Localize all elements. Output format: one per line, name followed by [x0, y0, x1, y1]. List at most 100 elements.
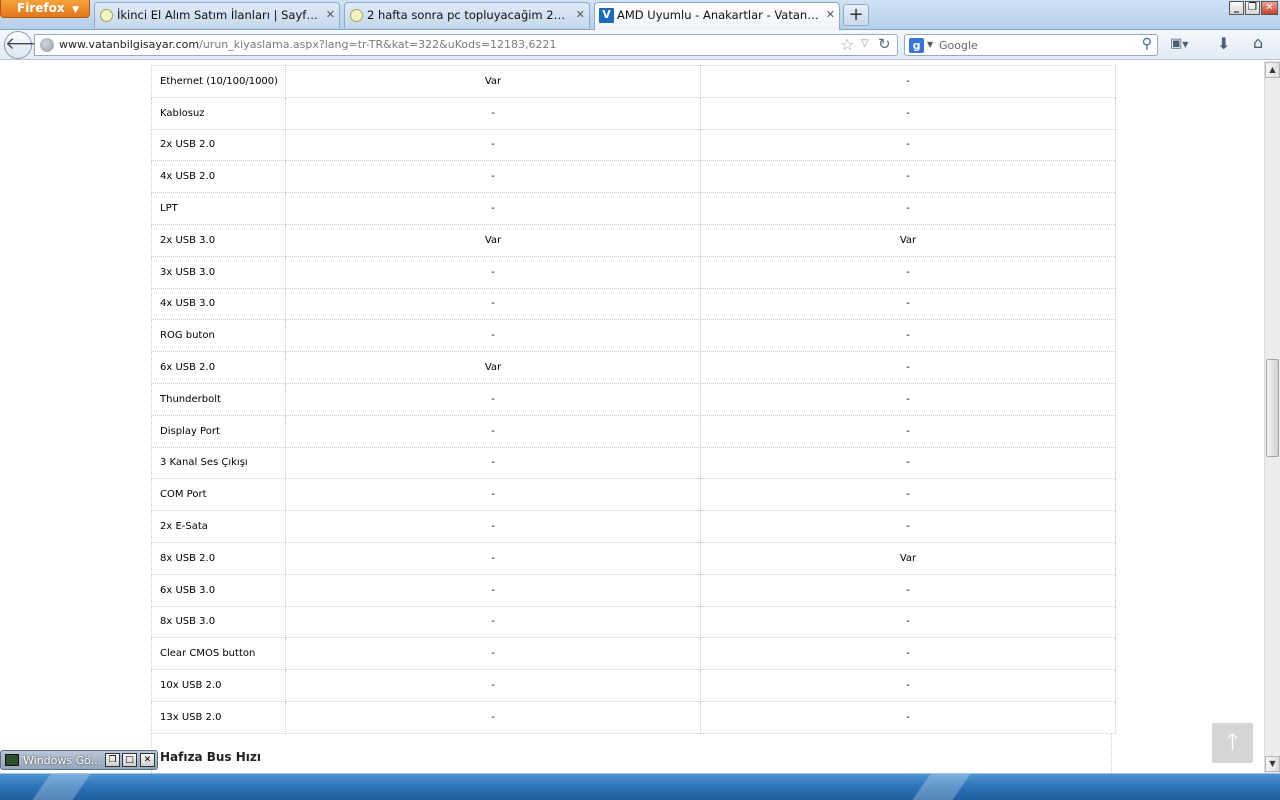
table-row: 6x USB 2.0 Var - [151, 351, 1116, 384]
product-2-value: - [700, 128, 1116, 162]
tab-label: İkinci El Alım Satım İlanları | Sayfa 4 … [117, 8, 319, 22]
product-1-value: - [285, 96, 701, 130]
table-row: Ethernet (10/100/1000) Var - [151, 65, 1116, 98]
table-row: 4x USB 3.0- - [151, 287, 1116, 321]
product-2-value: - [700, 96, 1116, 130]
product-2-value: - [700, 510, 1116, 543]
vatan-favicon: V [599, 8, 614, 23]
table-row: 8x USB 3.0- - [151, 605, 1116, 639]
table-row: 13x USB 2.0- - [151, 700, 1116, 734]
product-1-value: - [285, 541, 701, 575]
product-1-value: - [285, 510, 701, 543]
tab-forum-thread[interactable]: 2 hafta sonra pc topluyacağim 2500 tl | … [344, 2, 590, 28]
back-button[interactable]: 🡐 [4, 31, 51, 59]
search-bar[interactable]: g ▼ Google ⚲ [904, 34, 1158, 56]
feature-cell: 4x USB 3.0 [151, 287, 286, 321]
bookmarks-icon: ▣ [1170, 36, 1183, 51]
product-1-value: - [285, 382, 701, 416]
product-1-value: Var [285, 223, 701, 257]
scroll-thumb[interactable] [1266, 359, 1279, 457]
feature-cell: 2x USB 2.0 [151, 128, 286, 162]
feature-cell: 3x USB 3.0 [151, 255, 286, 289]
product-1-value: - [285, 669, 701, 702]
history-dropdown-icon[interactable]: ▽ [861, 38, 869, 49]
address-bar[interactable]: www.vatanbilgisayar.com/urun_kiyaslama.a… [34, 34, 898, 56]
minimized-window-label: Windows Gö... [23, 754, 102, 767]
feature-cell: Clear CMOS button [151, 637, 286, 671]
product-1-value: - [285, 573, 701, 607]
home-icon[interactable]: ⌂ [1253, 33, 1263, 52]
minimized-window[interactable]: Windows Gö... ❐ □ ✕ [0, 750, 158, 770]
feature-cell: 3 Kanal Ses Çıkışı [151, 446, 286, 480]
close-icon[interactable]: ✕ [576, 3, 585, 27]
windows-taskbar [0, 773, 1280, 800]
product-2-value: - [700, 255, 1116, 289]
feature-cell: 13x USB 2.0 [151, 700, 286, 734]
product-2-value: - [700, 351, 1116, 384]
magnifier-icon[interactable]: ⚲ [1142, 36, 1152, 52]
google-icon[interactable]: g [909, 38, 924, 53]
download-icon[interactable]: ⬇ [1217, 34, 1230, 53]
maximize-button[interactable]: □ [122, 753, 137, 767]
page-viewport: Ethernet (10/100/1000) Var - Kablosuz - -2x U… [0, 61, 1264, 773]
bookmark-star-icon[interactable]: ☆ [840, 35, 854, 54]
taskbar-glow [25, 774, 95, 800]
scroll-down-arrow-icon[interactable]: ▼ [1265, 756, 1280, 772]
tab-vatan-compare[interactable]: V AMD Uyumlu - Anakartlar - Vatan Bilgis… [594, 2, 840, 30]
close-button[interactable]: ✕ [140, 753, 155, 767]
url-text[interactable]: www.vatanbilgisayar.com/urun_kiyaslama.a… [59, 38, 557, 51]
feature-cell: Display Port [151, 414, 286, 448]
scroll-up-arrow-icon[interactable]: ▲ [1265, 62, 1280, 78]
new-tab-button[interactable]: + [843, 4, 869, 26]
product-1-value: - [285, 605, 701, 639]
restore-button[interactable]: ❐ [1245, 1, 1260, 15]
bookmarks-button[interactable]: ▣▼ [1170, 36, 1200, 54]
table-row: 2x USB 3.0 Var Var [151, 223, 1116, 257]
reload-icon[interactable]: ↻ [878, 35, 891, 53]
feature-cell: 2x E-Sata [151, 510, 286, 543]
feature-cell: ROG buton [151, 319, 286, 353]
feature-cell: LPT [151, 192, 286, 225]
table-row: ROG buton - - [151, 319, 1116, 353]
product-2-value: - [700, 319, 1116, 353]
feature-cell: COM Port [151, 478, 286, 512]
product-2-value: Var [700, 223, 1116, 257]
table-row: 6x USB 3.0- - [151, 573, 1116, 607]
product-1-value: - [285, 637, 701, 671]
search-input[interactable]: Google [939, 39, 978, 52]
product-2-value: - [700, 414, 1116, 448]
close-icon[interactable]: ✕ [826, 3, 835, 27]
feature-cell: 10x USB 2.0 [151, 669, 286, 702]
product-1-value: - [285, 287, 701, 321]
product-1-value: - [285, 319, 701, 353]
restore-button[interactable]: ❐ [105, 753, 120, 767]
scroll-to-top-button[interactable]: 🡑 [1212, 723, 1253, 763]
close-icon[interactable]: ✕ [326, 3, 335, 27]
table-row: 3x USB 3.0- - [151, 255, 1116, 289]
navigation-bar: 🡐 www.vatanbilgisayar.com/urun_kiyaslama… [0, 30, 1280, 60]
feature-cell: 6x USB 3.0 [151, 573, 286, 607]
product-2-value: - [700, 669, 1116, 702]
section-header: Hafıza Bus Hızı [151, 733, 1112, 773]
search-engine-dropdown-icon[interactable]: ▼ [927, 40, 933, 49]
product-1-value: - [285, 255, 701, 289]
product-2-value: - [700, 192, 1116, 225]
table-row: 3 Kanal Ses Çıkışı - - [151, 446, 1116, 480]
window-close-button[interactable]: ✕ [1261, 1, 1278, 15]
product-2-value: - [700, 478, 1116, 512]
taskbar-glow [905, 774, 975, 800]
table-row: Clear CMOS button - - [151, 637, 1116, 671]
table-row: 2x USB 2.0- - [151, 128, 1116, 162]
feature-cell: Ethernet (10/100/1000) [151, 65, 286, 98]
minimize-button[interactable]: _ [1229, 1, 1244, 15]
vertical-scrollbar[interactable]: ▲ ▼ [1264, 61, 1280, 773]
product-1-value: - [285, 414, 701, 448]
tab-label: AMD Uyumlu - Anakartlar - Vatan Bilgisay… [617, 8, 819, 22]
table-row: COM Port - - [151, 478, 1116, 512]
product-1-value: - [285, 128, 701, 162]
firefox-menu-button[interactable]: Firefox ▼ [0, 0, 90, 18]
tab-forum-listings[interactable]: İkinci El Alım Satım İlanları | Sayfa 4 … [94, 2, 340, 28]
product-2-value: Var [700, 541, 1116, 575]
url-path: /urun_kiyaslama.aspx?lang=tr-TR&kat=322&… [199, 38, 557, 51]
feature-cell: Thunderbolt [151, 382, 286, 416]
